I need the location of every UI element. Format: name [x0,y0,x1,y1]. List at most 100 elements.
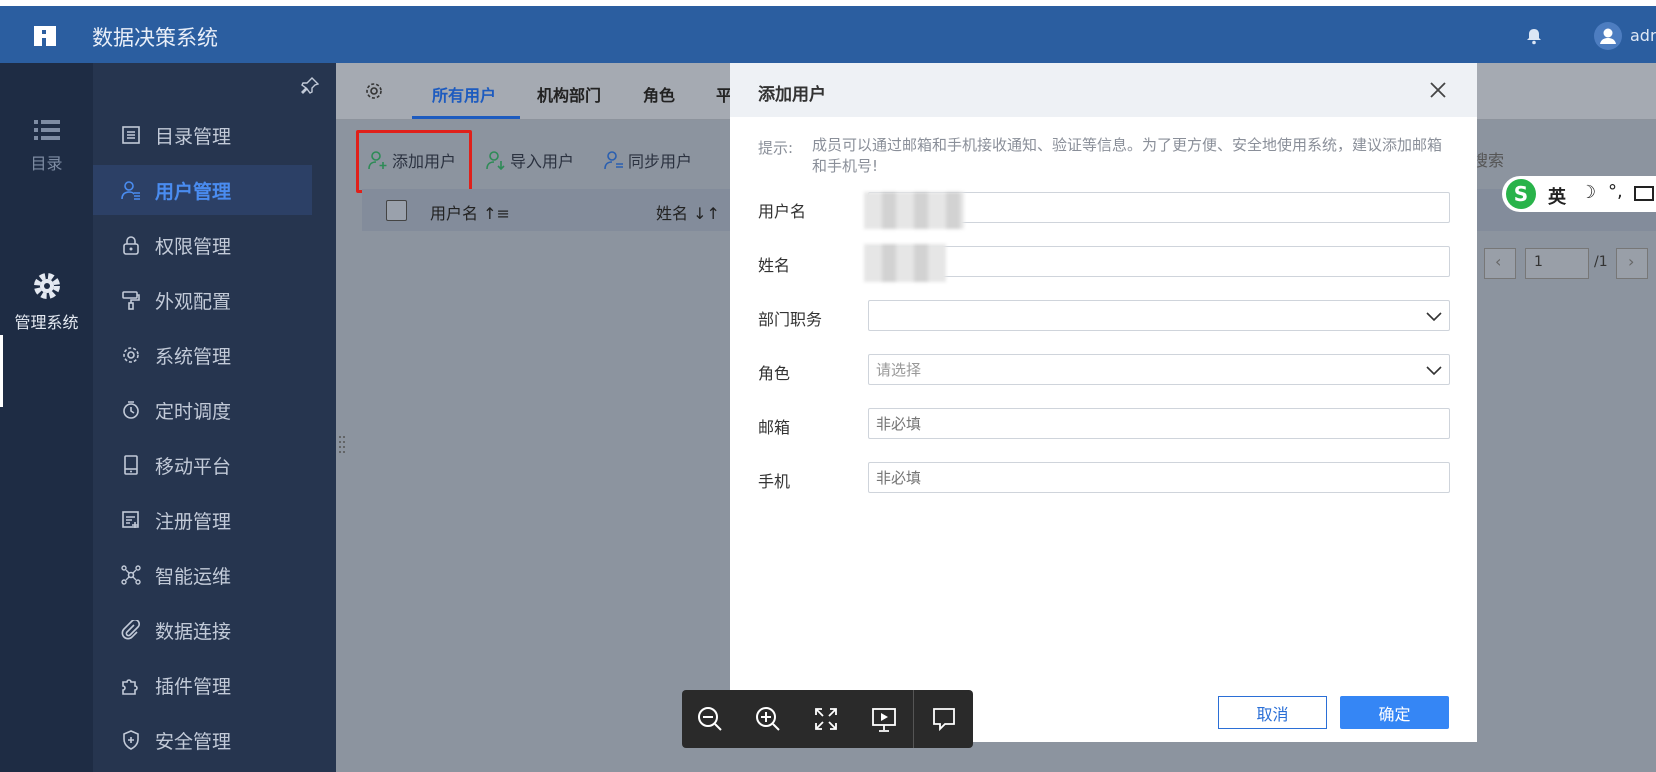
sort-icon[interactable]: ↓↑ [693,204,720,223]
import-user-button[interactable]: 导入用户 [486,148,574,172]
menu-label: 目录管理 [155,125,232,148]
tab-departments[interactable]: 机构部门 [537,82,601,106]
punctuation-icon: °, [1608,181,1623,202]
sync-user-button[interactable]: 同步用户 [604,148,692,172]
page-total: /1 [1594,254,1608,270]
comment-icon[interactable] [930,705,958,733]
timer-icon [123,401,139,419]
input-method-bar[interactable]: S 英 ☽ °, [1502,176,1656,212]
sync-user-label: 同步用户 [628,152,693,171]
menu-item-catalog-management[interactable]: 目录管理 [93,110,312,160]
network-icon [121,565,141,585]
sort-icon[interactable]: ↑≡ [483,204,510,223]
app-title: 数据决策系统 [92,26,218,50]
cancel-button[interactable]: 取消 [1218,696,1327,729]
shield-icon [123,730,139,750]
fit-screen-icon[interactable] [812,705,840,733]
menu-item-mobile-platform[interactable]: 移动平台 [93,440,312,490]
rail-item-catalog[interactable]: 目录 [0,118,93,174]
menu-label: 数据连接 [155,620,232,643]
role-label: 角色 [758,364,791,383]
highlight-box [356,130,472,193]
rail-active-indicator [0,335,3,407]
menu-item-smart-ops[interactable]: 智能运维 [93,550,312,600]
menu-item-data-connection[interactable]: 数据连接 [93,605,312,655]
rail-item-admin[interactable]: 管理系统 [0,271,93,333]
keyboard-icon [1634,186,1654,201]
zoom-out-icon[interactable] [696,705,724,733]
chevron-down-icon [1426,312,1442,322]
primary-rail: 目录 管理系统 [0,63,93,772]
active-tab-indicator [412,116,520,119]
resize-handle-icon[interactable] [338,434,346,454]
list-icon [122,126,140,144]
lock-icon [123,236,139,255]
menu-label: 注册管理 [155,510,232,533]
sogou-logo-icon: S [1506,179,1536,209]
menu-label: 插件管理 [155,675,232,698]
gear-icon [33,273,60,299]
select-all-checkbox[interactable] [386,200,407,221]
phone-field[interactable] [868,462,1450,493]
column-title: 姓名 [656,204,689,223]
zoom-in-icon[interactable] [754,705,782,733]
realname-field[interactable] [868,246,1450,277]
dialog-header: 添加用户 [730,63,1477,117]
gear-icon [123,347,139,363]
chevron-left-icon: ‹ [1495,252,1502,271]
role-select[interactable]: 请选择 [868,354,1450,385]
menu-item-security-management[interactable]: 安全管理 [93,715,312,765]
close-icon[interactable] [1427,79,1449,101]
menu-label: 外观配置 [155,290,232,313]
app-logo-icon [34,26,56,46]
username-label[interactable]: adm [1630,26,1656,45]
top-bar: 数据决策系统 adm [0,6,1656,63]
present-icon[interactable] [870,705,898,733]
tab-roles[interactable]: 角色 [643,82,675,106]
menu-item-plugin-management[interactable]: 插件管理 [93,660,312,710]
register-icon [122,511,139,528]
moon-icon: ☽ [1580,182,1597,203]
role-placeholder: 请选择 [876,361,922,379]
ime-mode-label: 英 [1548,187,1566,208]
chevron-right-icon: › [1628,252,1635,271]
mobile-icon [124,455,138,475]
menu-item-user-management[interactable]: 用户管理 [93,165,312,215]
rail-label-catalog: 目录 [30,154,63,173]
link-icon [121,620,141,640]
menu-item-scheduler[interactable]: 定时调度 [93,385,312,435]
menu-item-system-management[interactable]: 系统管理 [93,330,312,380]
puzzle-icon [122,679,138,695]
menu-list-icon [33,120,60,140]
column-header-username[interactable]: 用户名 ↑≡ [430,200,510,224]
tip-label: 提示: [758,139,794,157]
dialog-title: 添加用户 [758,85,826,105]
menu-label: 移动平台 [155,455,232,478]
bell-icon[interactable] [1525,27,1543,45]
department-select[interactable] [868,300,1450,331]
menu-item-appearance[interactable]: 外观配置 [93,275,312,325]
menu-item-permission-management[interactable]: 权限管理 [93,220,312,270]
page-input[interactable]: 1 [1525,248,1589,279]
add-user-dialog: 添加用户 提示: 成员可以通过邮箱和手机接收通知、验证等信息。为了更方便、安全地… [730,63,1477,742]
next-page-button[interactable]: › [1616,248,1648,279]
menu-item-registration[interactable]: 注册管理 [93,495,312,545]
department-label: 部门职务 [758,310,823,329]
realname-label: 姓名 [758,256,791,275]
sync-user-icon [604,151,623,170]
confirm-button[interactable]: 确定 [1340,696,1449,729]
column-header-name[interactable]: 姓名 ↓↑ [656,200,720,224]
redacted-value [864,192,964,229]
menu-label: 安全管理 [155,730,232,753]
avatar[interactable] [1594,22,1622,50]
import-user-label: 导入用户 [510,152,575,171]
menu-label: 用户管理 [155,180,232,203]
pin-icon[interactable] [301,77,319,95]
username-label: 用户名 [758,202,807,221]
settings-icon[interactable] [364,81,384,101]
secondary-menu: 目录管理 用户管理 权限管理 外观配置 系统管理 定时调度 移动平台 注册管理 … [93,63,336,772]
email-field[interactable] [868,408,1450,439]
prev-page-button[interactable]: ‹ [1484,248,1516,279]
menu-label: 定时调度 [155,400,232,423]
tab-all-users[interactable]: 所有用户 [432,82,496,106]
